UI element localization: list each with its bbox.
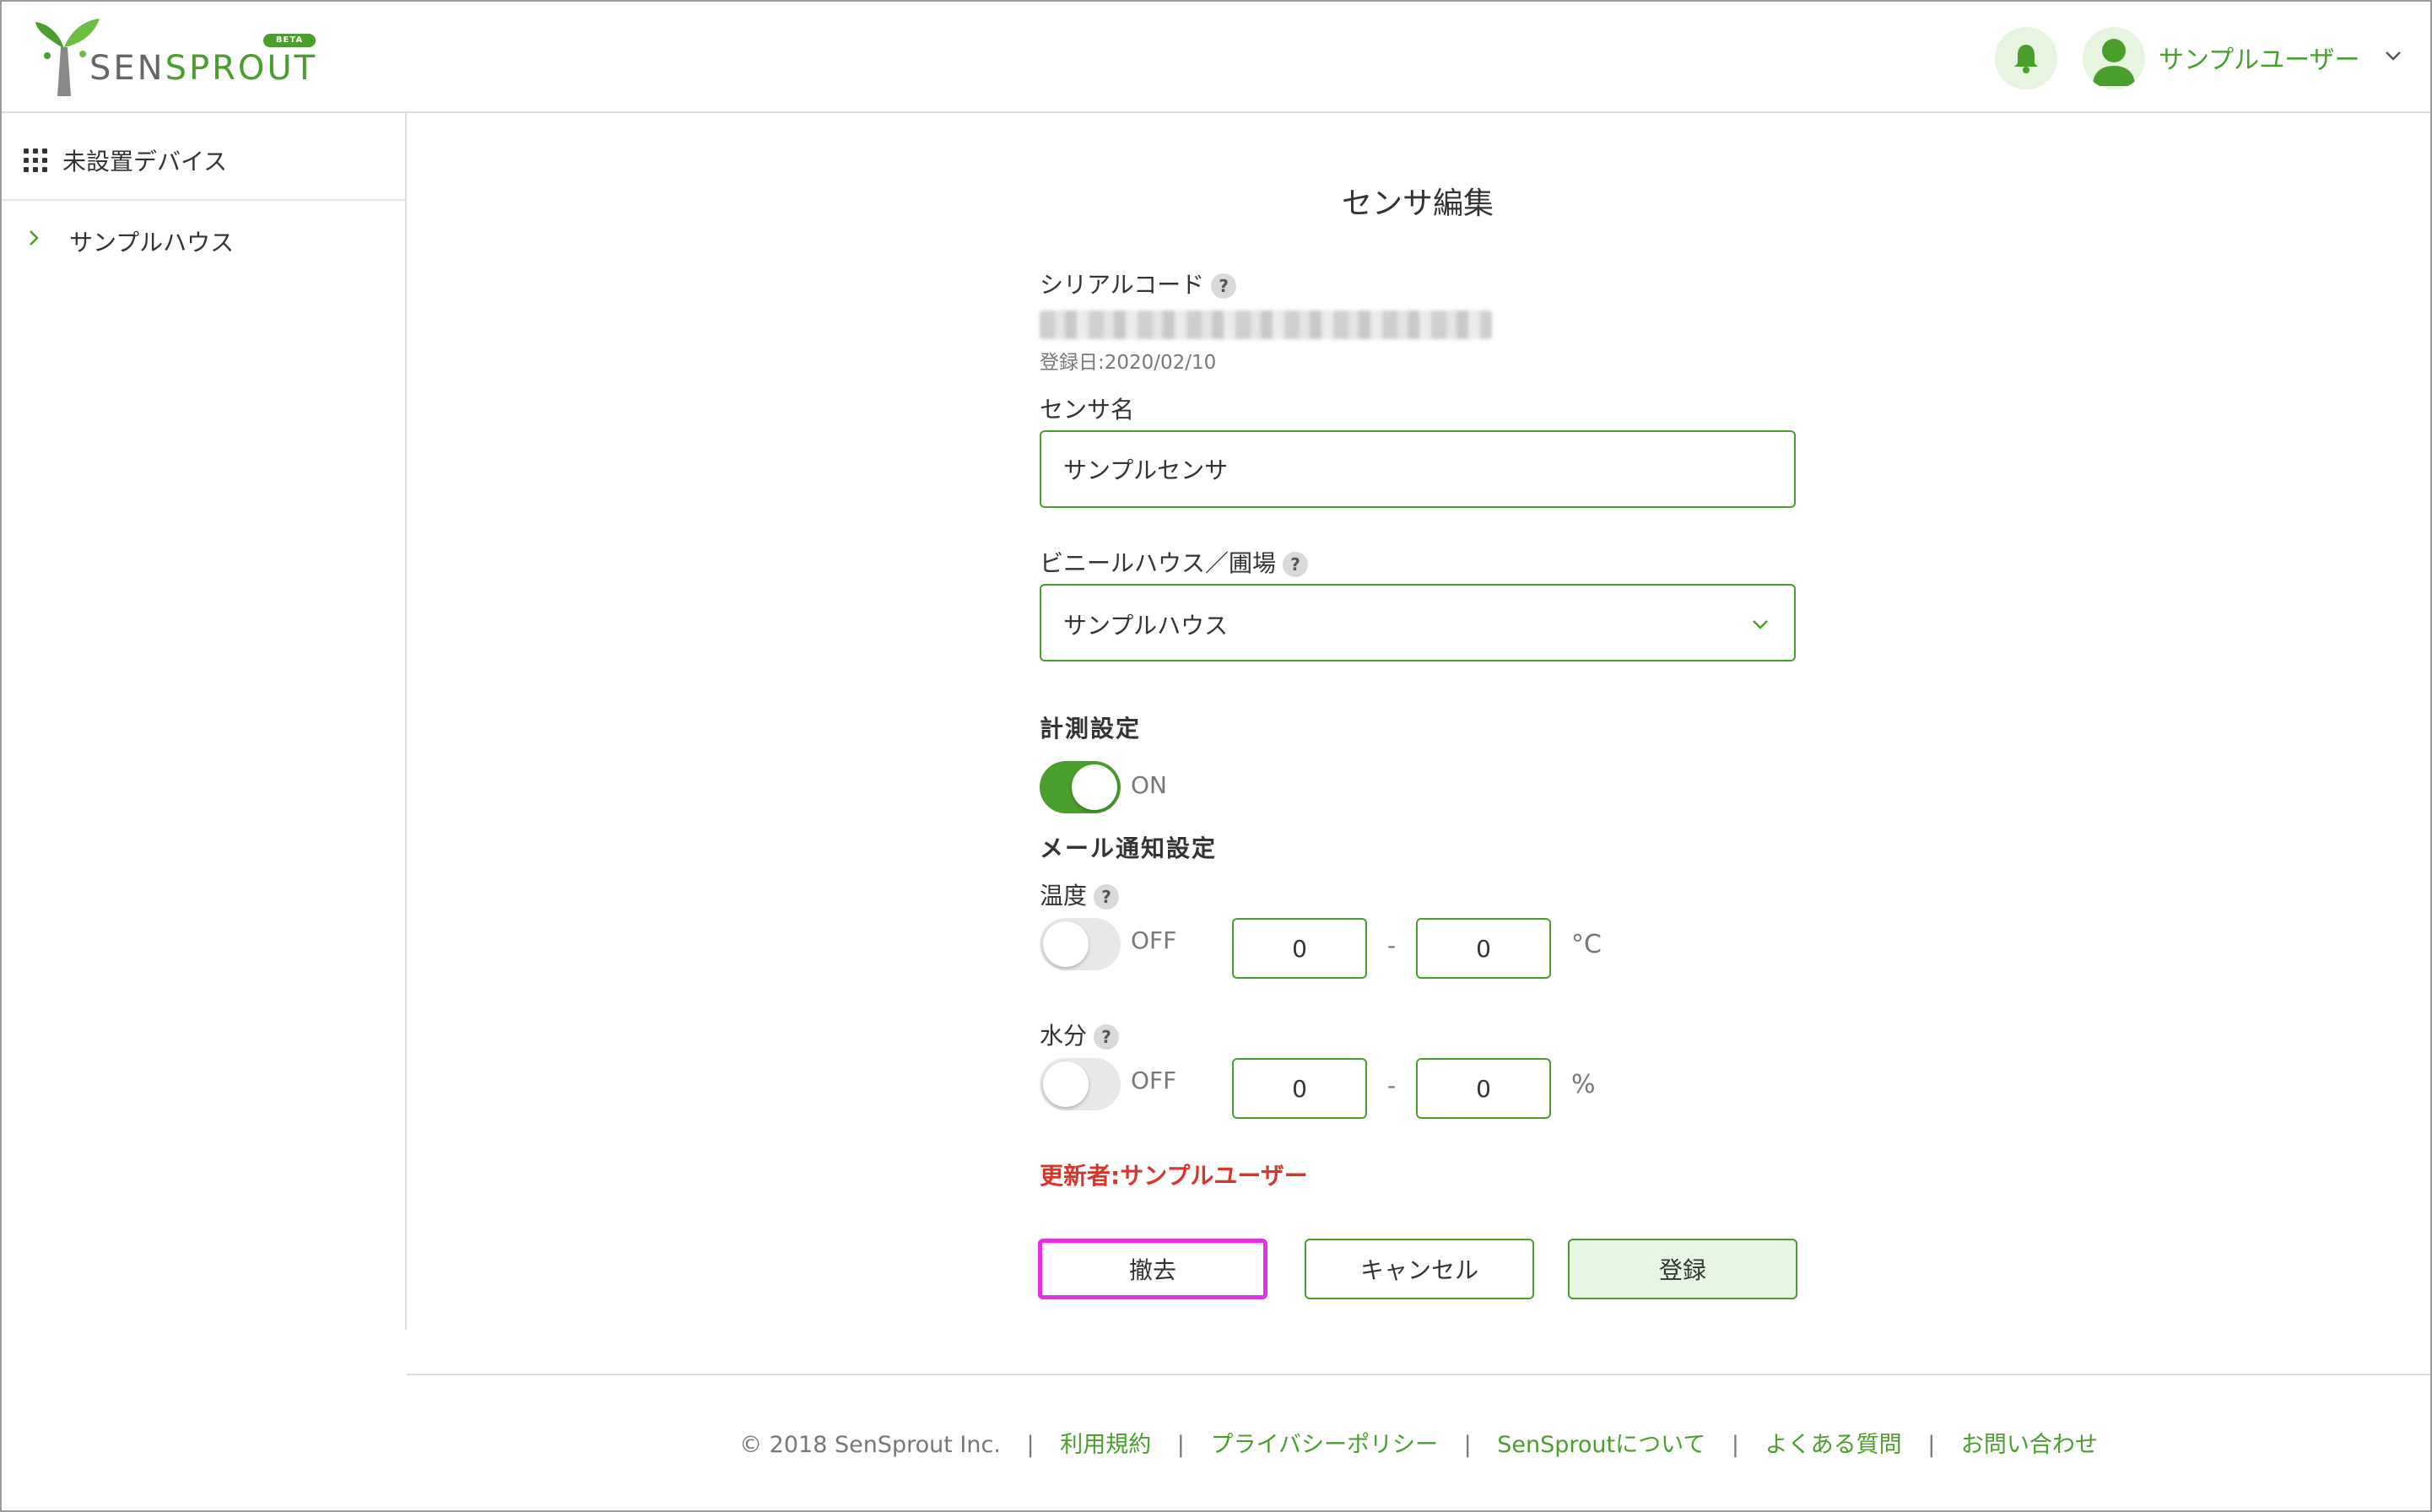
header: SENSPROUT BETA サンプルユーザー — [2, 2, 2430, 113]
footer-separator: | — [1927, 1432, 1936, 1458]
cancel-button[interactable]: キャンセル — [1305, 1239, 1534, 1299]
temperature-label: 温度? — [1040, 878, 1120, 911]
submit-button[interactable]: 登録 — [1568, 1239, 1797, 1299]
footer-divider — [407, 1374, 2430, 1375]
moisture-toggle-text: OFF — [1131, 1066, 1177, 1094]
user-menu-name[interactable]: サンプルユーザー — [2159, 39, 2360, 76]
measure-toggle-text: ON — [1131, 771, 1167, 799]
moisture-max-input[interactable] — [1416, 1058, 1551, 1119]
temperature-min-input[interactable] — [1232, 918, 1367, 979]
help-icon[interactable]: ? — [1283, 552, 1309, 577]
sensor-name-label: センサ名 — [1040, 396, 1135, 424]
footer-link-contact[interactable]: お問い合わせ — [1961, 1432, 2098, 1458]
measure-settings-label: 計測設定 — [1040, 715, 1142, 742]
sidebar-item-sample-house[interactable]: サンプルハウス — [2, 202, 407, 278]
remove-button[interactable]: 撤去 — [1038, 1239, 1267, 1299]
footer-link-terms[interactable]: 利用規約 — [1060, 1432, 1151, 1458]
footer-separator: | — [1463, 1432, 1472, 1458]
house-select-value: サンプルハウス — [1063, 612, 1229, 640]
sidebar-item-uninstalled-devices[interactable]: 未設置デバイス — [2, 113, 407, 201]
user-avatar-icon — [2093, 39, 2135, 86]
grid-icon — [24, 148, 47, 172]
updater-text: 更新者:サンプルユーザー — [1040, 1162, 1308, 1190]
footer-link-faq[interactable]: よくある質問 — [1765, 1432, 1902, 1458]
mail-settings-label: メール通知設定 — [1040, 834, 1218, 862]
temperature-toggle[interactable] — [1040, 918, 1121, 970]
user-avatar[interactable] — [2083, 27, 2145, 89]
range-separator: - — [1387, 1072, 1397, 1099]
house-label: ビニールハウス／圃場? — [1040, 545, 1309, 579]
logo[interactable]: SENSPROUT BETA — [32, 14, 319, 98]
house-select[interactable]: サンプルハウス — [1040, 584, 1796, 662]
notification-button[interactable] — [1995, 27, 2057, 89]
footer-separator: | — [1176, 1432, 1185, 1458]
measure-toggle[interactable] — [1040, 761, 1121, 813]
toggle-knob — [1072, 764, 1117, 810]
sidebar-item-label: サンプルハウス — [69, 229, 235, 256]
range-separator: - — [1387, 932, 1397, 959]
chevron-down-icon — [1753, 620, 1768, 629]
help-icon[interactable]: ? — [1094, 1024, 1120, 1050]
temperature-toggle-text: OFF — [1131, 926, 1177, 954]
temperature-unit: °C — [1571, 930, 1602, 959]
moisture-toggle[interactable] — [1040, 1058, 1121, 1110]
serial-code-value-blurred — [1040, 310, 1492, 339]
footer-separator: | — [1731, 1432, 1740, 1458]
footer-link-privacy[interactable]: プライバシーポリシー — [1211, 1432, 1438, 1458]
footer-separator: | — [1026, 1432, 1035, 1458]
sidebar-item-label: 未設置デバイス — [62, 148, 228, 176]
registered-date: 登録日:2020/02/10 — [1040, 352, 1217, 374]
logo-text: SENSPROUT — [89, 49, 318, 88]
chevron-right-icon — [30, 230, 39, 246]
moisture-label: 水分? — [1040, 1018, 1120, 1051]
copyright: © 2018 SenSprout Inc. — [739, 1432, 1001, 1458]
toggle-knob — [1043, 921, 1089, 967]
serial-code-label: シリアルコード? — [1040, 267, 1237, 300]
moisture-unit: % — [1571, 1070, 1596, 1099]
footer: © 2018 SenSprout Inc. | 利用規約 | プライバシーポリシ… — [407, 1426, 2430, 1459]
sensor-name-input[interactable] — [1040, 430, 1796, 508]
footer-link-about[interactable]: SenSproutについて — [1497, 1432, 1705, 1458]
beta-badge: BETA — [263, 34, 316, 47]
help-icon[interactable]: ? — [1094, 884, 1120, 910]
temperature-max-input[interactable] — [1416, 918, 1551, 979]
chevron-down-icon[interactable] — [2383, 46, 2403, 66]
page-title: センサ編集 — [1341, 186, 1494, 221]
toggle-knob — [1043, 1061, 1089, 1107]
help-icon[interactable]: ? — [1211, 273, 1237, 299]
bell-icon — [2014, 45, 2038, 73]
sidebar: 未設置デバイス サンプルハウス — [2, 113, 407, 1330]
moisture-min-input[interactable] — [1232, 1058, 1367, 1119]
